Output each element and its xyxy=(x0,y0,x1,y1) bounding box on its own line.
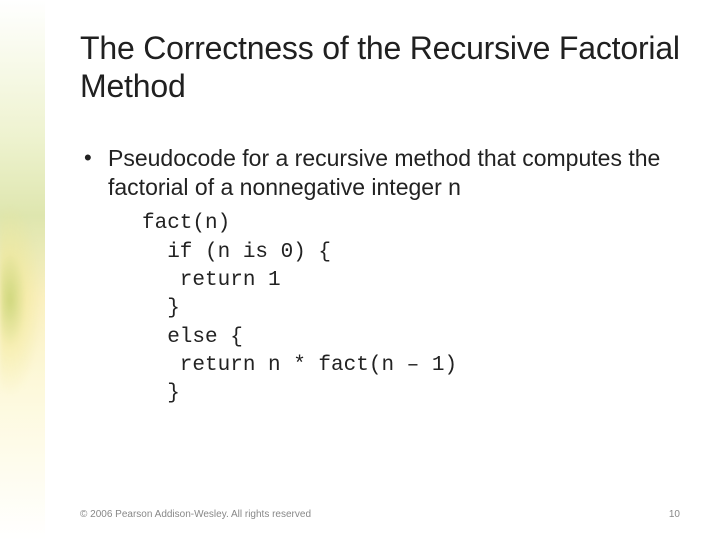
copyright-text: © 2006 Pearson Addison-Wesley. All right… xyxy=(80,509,311,520)
slide-body: Pseudocode for a recursive method that c… xyxy=(80,144,680,409)
pseudocode-block: fact(n) if (n is 0) { return 1 } else { … xyxy=(142,210,680,408)
slide: The Correctness of the Recursive Factori… xyxy=(0,0,720,540)
slide-title: The Correctness of the Recursive Factori… xyxy=(80,30,680,106)
bullet-list: Pseudocode for a recursive method that c… xyxy=(80,144,680,409)
bullet-text: Pseudocode for a recursive method that c… xyxy=(108,145,660,200)
bullet-item: Pseudocode for a recursive method that c… xyxy=(108,144,680,409)
page-number: 10 xyxy=(669,509,680,520)
slide-footer: © 2006 Pearson Addison-Wesley. All right… xyxy=(80,509,680,520)
